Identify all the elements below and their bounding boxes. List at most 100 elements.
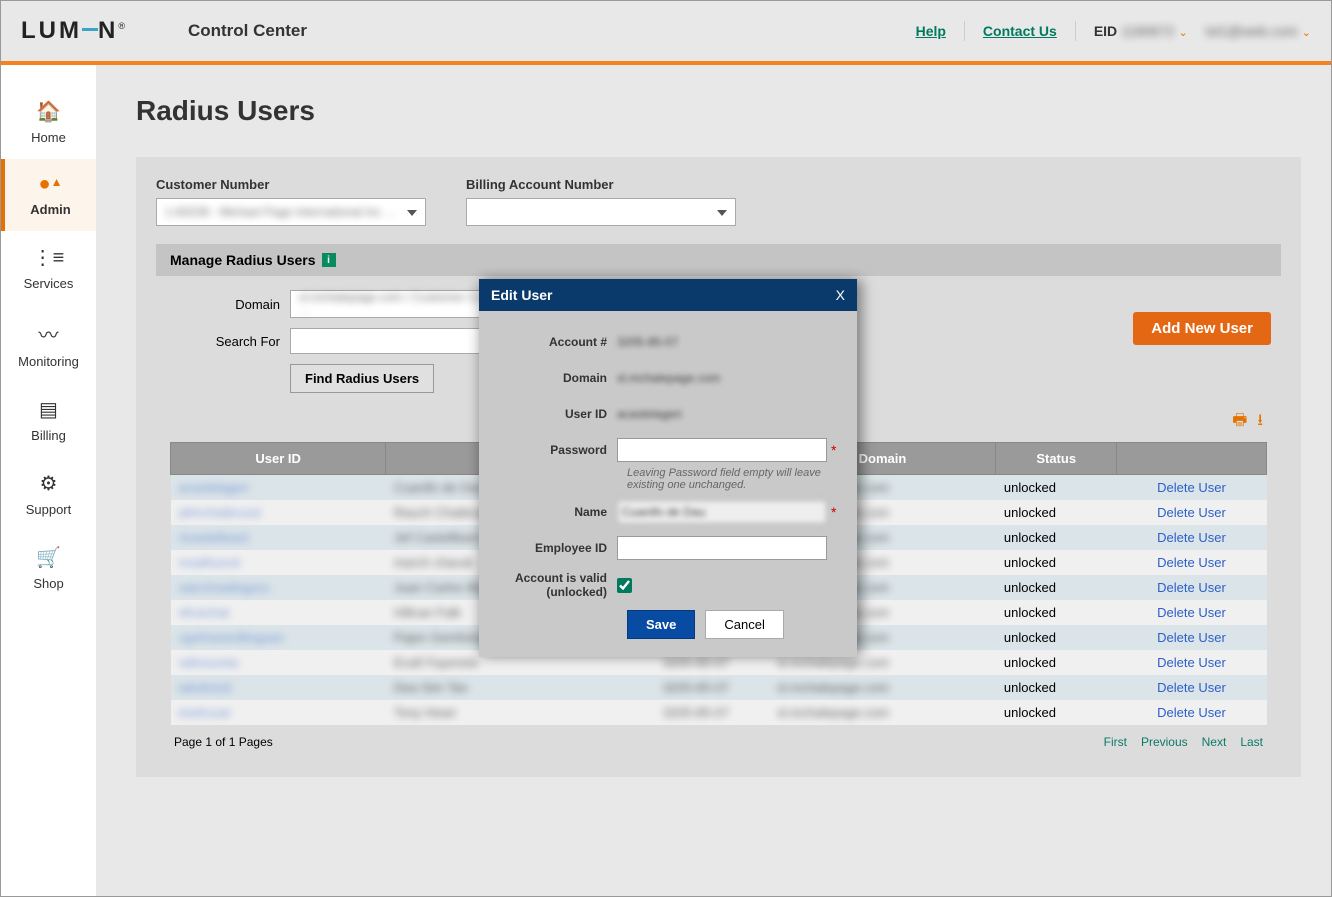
- chevron-down-icon: ⌄: [1179, 27, 1188, 39]
- billing-account-select[interactable]: [466, 198, 736, 226]
- info-icon[interactable]: i: [322, 253, 336, 267]
- delete-user-link[interactable]: Delete User: [1116, 475, 1266, 501]
- chevron-down-icon: ⌄: [1302, 27, 1311, 39]
- app-title: Control Center: [188, 21, 307, 41]
- pager-last[interactable]: Last: [1240, 735, 1263, 749]
- page-title: Radius Users: [136, 95, 1301, 127]
- table-row: taksknickDea Sim Tan3205-85-07sl.mchalep…: [171, 675, 1267, 700]
- delete-user-link[interactable]: Delete User: [1116, 625, 1266, 650]
- list-icon: ⋮≡: [33, 245, 65, 270]
- download-icon[interactable]: ⭳: [1257, 409, 1263, 436]
- cell-user-id[interactable]: efrutchat: [171, 600, 386, 625]
- save-button[interactable]: Save: [627, 610, 695, 639]
- required-marker: *: [831, 442, 836, 458]
- sidebar-item-support[interactable]: ⚙Support: [1, 457, 96, 531]
- user-icon: ●▲: [39, 173, 63, 196]
- help-link[interactable]: Help: [916, 23, 946, 39]
- cell-user-id[interactable]: taksknick: [171, 675, 386, 700]
- cell-user-id[interactable]: acastelageri: [171, 475, 386, 501]
- cell-name: Dea Sim Tan: [386, 675, 623, 700]
- account-value: 3205-85-07: [617, 335, 841, 349]
- pager-first[interactable]: First: [1104, 735, 1127, 749]
- cell-user-id[interactable]: rtcastelleant: [171, 525, 386, 550]
- sidebar-item-admin[interactable]: ●▲ Admin: [1, 159, 96, 231]
- th-status[interactable]: Status: [996, 443, 1117, 475]
- search-input[interactable]: [290, 328, 510, 354]
- add-new-user-button[interactable]: Add New User: [1133, 312, 1271, 345]
- eid-dropdown[interactable]: EID 1180672⌄: [1094, 23, 1188, 39]
- top-header: LUMN® Control Center Help Contact Us EID…: [1, 1, 1331, 61]
- cell-status: unlocked: [996, 475, 1117, 501]
- password-input[interactable]: [617, 438, 827, 462]
- domain-label: Domain: [487, 371, 617, 385]
- cell-user-id[interactable]: sdinsureta: [171, 650, 386, 675]
- cell-status: unlocked: [996, 500, 1117, 525]
- modal-title: Edit User: [491, 287, 552, 303]
- cell-user-id[interactable]: saicrimadisguru: [171, 575, 386, 600]
- employee-id-label: Employee ID: [487, 541, 617, 555]
- cell-status: unlocked: [996, 550, 1117, 575]
- password-hint: Leaving Password field empty will leave …: [627, 467, 837, 491]
- delete-user-link[interactable]: Delete User: [1116, 575, 1266, 600]
- cell-name: Tony Heari: [386, 700, 623, 725]
- print-icon[interactable]: 🖶: [1232, 409, 1247, 436]
- cell-domain: sl.mchalepage.com: [769, 700, 996, 725]
- cancel-button[interactable]: Cancel: [705, 610, 783, 639]
- name-input[interactable]: [617, 500, 827, 524]
- delete-user-link[interactable]: Delete User: [1116, 675, 1266, 700]
- manage-title: Manage Radius Users: [170, 252, 316, 268]
- password-label: Password: [487, 443, 617, 457]
- cell-domain: sl.mchalepage.com: [769, 675, 996, 700]
- user-dropdown[interactable]: tsl1@web.com⌄: [1206, 23, 1311, 39]
- sidebar-item-billing[interactable]: ▤ Billing: [1, 383, 96, 457]
- close-icon[interactable]: X: [836, 287, 845, 303]
- cell-status: unlocked: [996, 650, 1117, 675]
- cell-col3: 3205-85-07: [623, 675, 769, 700]
- home-icon: [36, 99, 61, 124]
- contact-link[interactable]: Contact Us: [983, 23, 1057, 39]
- sidebar: Home ●▲ Admin ⋮≡Services 〰 Monitoring ▤ Bil…: [1, 65, 96, 896]
- cell-user-id[interactable]: tredrouar: [171, 700, 386, 725]
- sidebar-item-label: Monitoring: [18, 354, 79, 369]
- employee-id-input[interactable]: [617, 536, 827, 560]
- cell-status: unlocked: [996, 525, 1117, 550]
- sidebar-item-label: Home: [31, 130, 66, 145]
- customer-number-label: Customer Number: [156, 177, 426, 192]
- cell-user-id[interactable]: msalhunck: [171, 550, 386, 575]
- userid-value: acastelageri: [617, 407, 841, 421]
- sidebar-item-services[interactable]: ⋮≡Services: [1, 231, 96, 305]
- domain-value: sl.mchalepage.com: [617, 371, 841, 385]
- th-user-id[interactable]: User ID: [171, 443, 386, 475]
- sidebar-item-home[interactable]: Home: [1, 85, 96, 159]
- cell-status: unlocked: [996, 700, 1117, 725]
- account-valid-checkbox[interactable]: [617, 578, 632, 593]
- required-marker: *: [831, 504, 836, 520]
- domain-select[interactable]: sl.mchalepage.com / Customer Co re …: [290, 290, 510, 318]
- sidebar-item-label: Admin: [30, 202, 70, 217]
- delete-user-link[interactable]: Delete User: [1116, 550, 1266, 575]
- delete-user-link[interactable]: Delete User: [1116, 525, 1266, 550]
- sidebar-item-label: Billing: [31, 428, 66, 443]
- edit-user-modal: Edit User X Account #3205-85-07 Domainsl…: [479, 279, 857, 657]
- table-row: tredrouarTony Heari3205-85-07sl.mchalepa…: [171, 700, 1267, 725]
- cell-user-id[interactable]: cgohnwordtingsan: [171, 625, 386, 650]
- sidebar-item-shop[interactable]: 🛒Shop: [1, 531, 96, 605]
- customer-number-select[interactable]: 1-83239 - Michael Page International Inc…: [156, 198, 426, 226]
- cell-user-id[interactable]: plimchaibrussl: [171, 500, 386, 525]
- manage-header: Manage Radius Users i: [156, 244, 1281, 276]
- cell-status: unlocked: [996, 625, 1117, 650]
- pager-next[interactable]: Next: [1202, 735, 1227, 749]
- delete-user-link[interactable]: Delete User: [1116, 650, 1266, 675]
- file-dollar-icon: ▤: [39, 397, 58, 422]
- pager-previous[interactable]: Previous: [1141, 735, 1188, 749]
- sidebar-item-monitoring[interactable]: 〰 Monitoring: [1, 305, 96, 383]
- name-label: Name: [487, 505, 617, 519]
- th-action: [1116, 443, 1266, 475]
- cell-status: unlocked: [996, 575, 1117, 600]
- find-users-button[interactable]: Find Radius Users: [290, 364, 434, 393]
- userid-label: User ID: [487, 407, 617, 421]
- delete-user-link[interactable]: Delete User: [1116, 600, 1266, 625]
- delete-user-link[interactable]: Delete User: [1116, 700, 1266, 725]
- delete-user-link[interactable]: Delete User: [1116, 500, 1266, 525]
- activity-icon: 〰: [39, 319, 59, 348]
